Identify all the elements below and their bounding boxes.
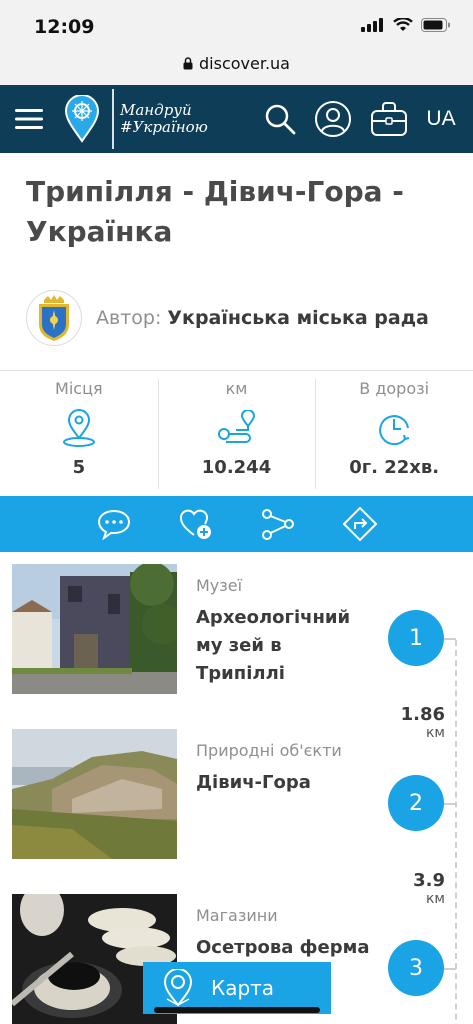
status-time: 12:09 bbox=[34, 16, 95, 38]
route-point-number: 1 bbox=[388, 610, 444, 666]
route-connector-tick bbox=[444, 803, 456, 805]
route-point-number: 2 bbox=[388, 775, 444, 831]
stat-distance: км 10.244 bbox=[157, 371, 316, 496]
stat-label: В дорозі bbox=[359, 379, 430, 398]
travel-bag-icon bbox=[371, 102, 407, 136]
author-block[interactable]: Автор: Українська міська рада bbox=[26, 290, 429, 346]
map-pin-globe-icon bbox=[163, 969, 193, 1007]
stat-label: км bbox=[225, 379, 248, 398]
comment-button[interactable] bbox=[93, 503, 135, 545]
clock-icon bbox=[379, 415, 410, 446]
map-button-label: Карта bbox=[211, 976, 275, 1000]
user-icon bbox=[315, 101, 351, 137]
author-label: Автор: bbox=[96, 307, 162, 329]
language-switch[interactable]: UA bbox=[420, 85, 462, 153]
heart-add-icon bbox=[179, 509, 211, 539]
stat-duration: В дорозі 0г. 22хв. bbox=[315, 371, 473, 496]
status-bar: 12:09 bbox=[0, 0, 473, 50]
hill-photo[interactable] bbox=[12, 729, 177, 859]
museum-photo[interactable] bbox=[12, 564, 177, 694]
directions-button[interactable] bbox=[339, 503, 381, 545]
comment-icon bbox=[97, 509, 130, 540]
wifi-icon bbox=[393, 18, 413, 31]
author-name[interactable]: Українська міська рада bbox=[167, 307, 428, 329]
search-icon bbox=[265, 104, 296, 135]
url-text: discover.ua bbox=[199, 54, 290, 73]
hill-image bbox=[12, 729, 177, 859]
map-pin-icon bbox=[62, 409, 95, 447]
home-indicator bbox=[154, 1007, 320, 1013]
share-icon bbox=[261, 509, 294, 540]
menu-button[interactable] bbox=[12, 85, 46, 153]
route-item[interactable]: Природні об'єкти Дівич-Гора 2 bbox=[0, 717, 473, 859]
item-title[interactable]: Археологічний му зей в Трипіллі bbox=[196, 604, 376, 688]
item-category: Магазини bbox=[196, 906, 278, 925]
address-bar[interactable]: discover.ua bbox=[0, 50, 473, 85]
action-bar bbox=[0, 496, 473, 552]
route-point-number: 3 bbox=[388, 940, 444, 996]
location-logo-icon bbox=[64, 95, 100, 143]
route-connector-tick bbox=[444, 968, 456, 970]
route-connector-tick bbox=[444, 638, 456, 640]
stat-places: Місця 5 bbox=[0, 371, 158, 496]
battery-icon bbox=[421, 18, 450, 32]
stat-value: 10.244 bbox=[201, 457, 272, 478]
item-title[interactable]: Дівич-Гора bbox=[196, 769, 376, 797]
route-item[interactable]: Музеї Археологічний му зей в Трипіллі 1 bbox=[0, 552, 473, 694]
search-button[interactable] bbox=[262, 85, 298, 153]
language-label: UA bbox=[426, 107, 456, 130]
coat-of-arms-icon bbox=[39, 295, 69, 341]
item-category: Музеї bbox=[196, 576, 243, 595]
lock-icon bbox=[183, 57, 193, 70]
brand-text: Мандруй #Україною bbox=[120, 101, 208, 136]
stat-label: Місця bbox=[55, 379, 103, 398]
route-stats: Місця 5 км 10.244 В дорозі 0г. 22хв. bbox=[0, 370, 473, 496]
route-icon bbox=[217, 410, 255, 443]
directions-icon bbox=[342, 507, 377, 541]
home-logo-link[interactable] bbox=[62, 85, 102, 153]
header-divider bbox=[112, 89, 114, 149]
bag-button[interactable] bbox=[368, 85, 410, 153]
author-text: Автор: Українська міська рада bbox=[96, 307, 429, 329]
profile-button[interactable] bbox=[312, 85, 354, 153]
cellular-signal-icon bbox=[361, 18, 383, 32]
hamburger-menu-icon bbox=[15, 109, 43, 129]
share-button[interactable] bbox=[257, 503, 299, 545]
favorite-add-button[interactable] bbox=[175, 503, 217, 545]
brand-logo[interactable]: Мандруй #Україною bbox=[120, 85, 212, 153]
item-category: Природні об'єкти bbox=[196, 741, 342, 760]
status-icons bbox=[361, 18, 451, 32]
route-points-list: Музеї Археологічний му зей в Трипіллі 1 … bbox=[0, 552, 473, 1024]
author-avatar bbox=[26, 290, 82, 346]
site-header: Мандруй #Україною UA bbox=[0, 85, 473, 153]
stat-value: 5 bbox=[72, 457, 86, 478]
stat-value: 0г. 22хв. bbox=[349, 457, 440, 478]
museum-image bbox=[12, 564, 177, 694]
page-title: Трипілля - Дівич-Гора - Українка bbox=[26, 175, 404, 248]
